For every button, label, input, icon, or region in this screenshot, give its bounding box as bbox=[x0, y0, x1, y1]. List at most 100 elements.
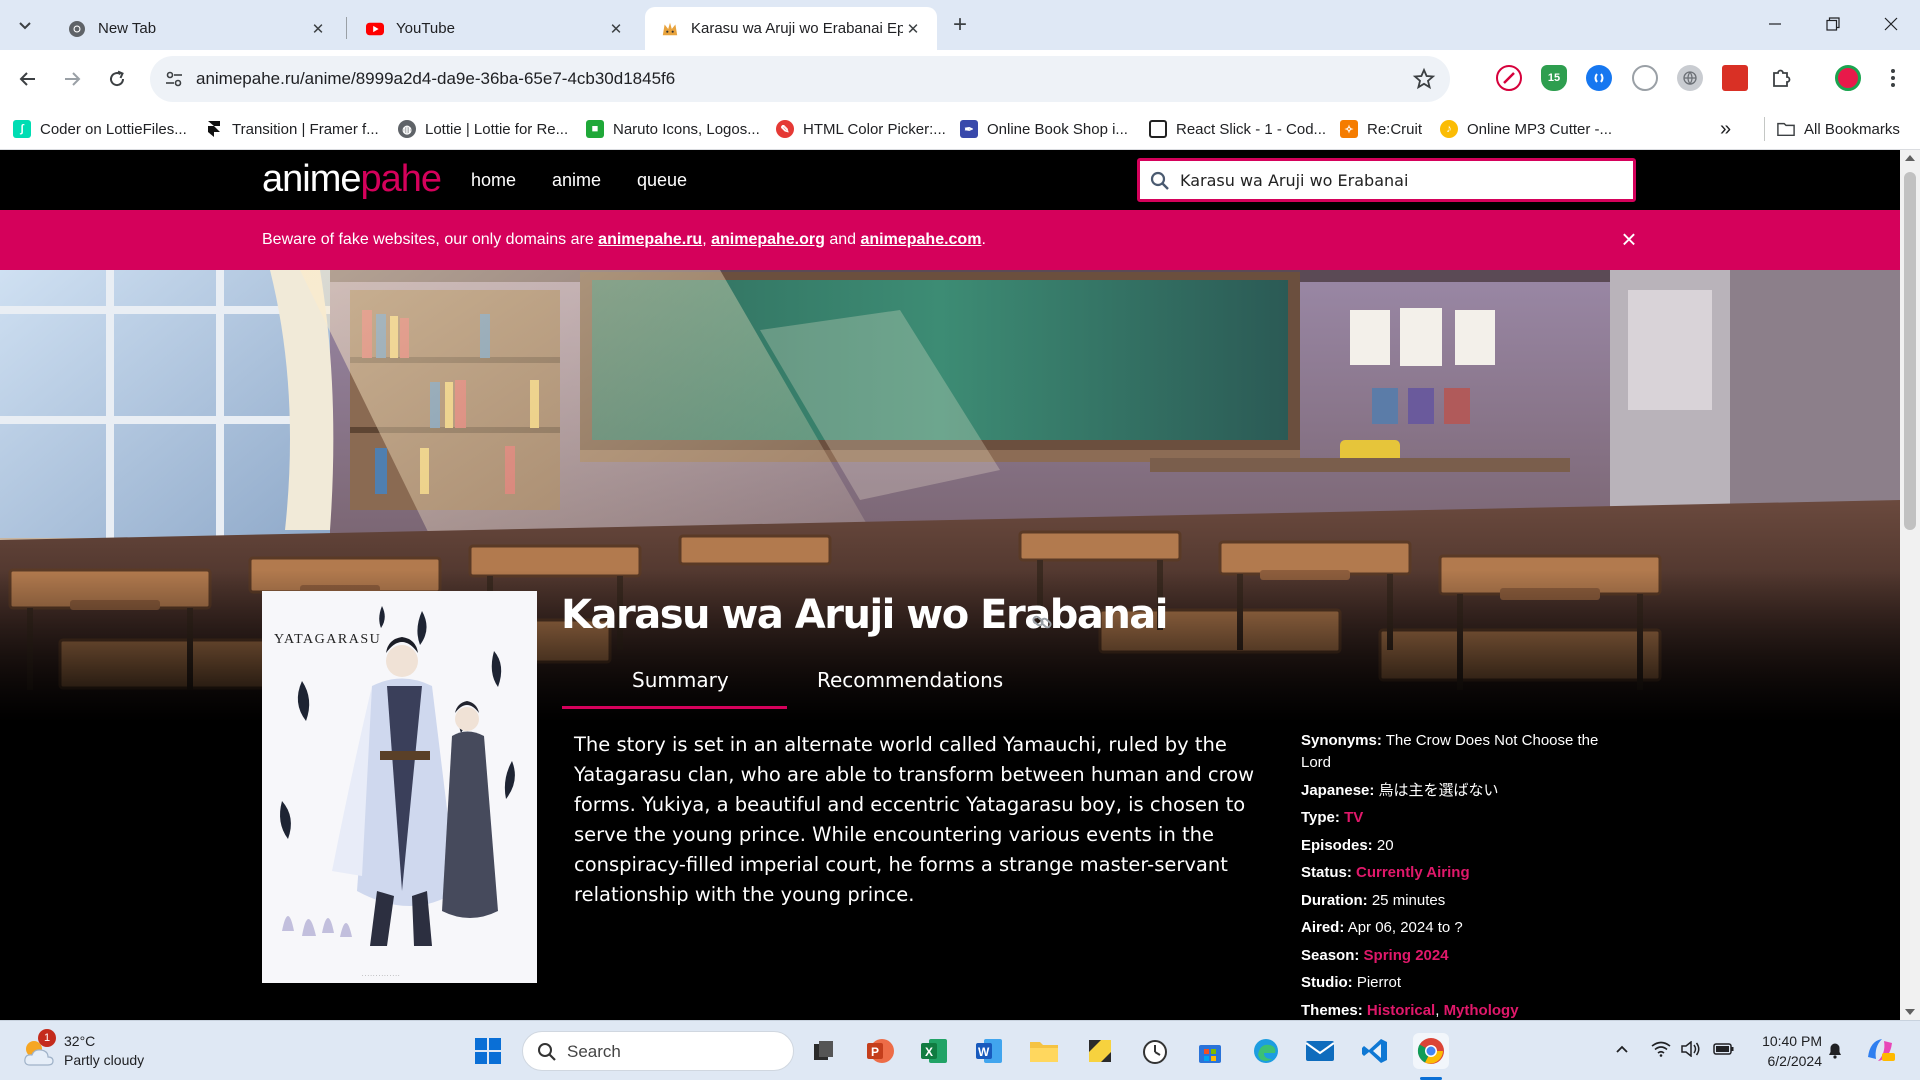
domain-link-com[interactable]: animepahe.com bbox=[861, 231, 982, 248]
site-logo[interactable]: animepahe bbox=[262, 158, 442, 201]
close-icon[interactable]: ✕ bbox=[308, 19, 328, 39]
iconscout-icon: ■ bbox=[586, 120, 604, 138]
bookmark-item[interactable]: ∫ Coder on LottieFiles... bbox=[13, 117, 187, 141]
screen: New Tab ✕ YouTube ✕ Karasu wa Aruji wo E… bbox=[0, 0, 1920, 1080]
bookmark-item[interactable]: ✒ Online Book Shop i... bbox=[960, 117, 1128, 141]
system-clock[interactable]: 10:40 PM 6/2/2024 bbox=[1748, 1031, 1822, 1071]
minimize-button[interactable] bbox=[1746, 6, 1804, 42]
profile-avatar[interactable] bbox=[1835, 65, 1861, 91]
tab-search-button[interactable] bbox=[9, 9, 41, 41]
vscode-icon[interactable] bbox=[1357, 1033, 1393, 1069]
site-search-box[interactable] bbox=[1137, 158, 1636, 202]
clock-app-icon[interactable] bbox=[1137, 1033, 1173, 1069]
web-page: animepahe home anime queue Beware of fak… bbox=[0, 150, 1900, 1020]
anime-poster: YATAGARASU . . . . . . . . . . . . . . bbox=[262, 591, 537, 983]
word-icon[interactable]: W bbox=[971, 1033, 1007, 1069]
color-picker-icon: ✎ bbox=[776, 120, 794, 138]
lottiefiles-icon: ∫ bbox=[13, 120, 31, 138]
restore-icon bbox=[1826, 17, 1840, 31]
notification-badge: 1 bbox=[38, 1029, 56, 1047]
season-link[interactable]: Spring 2024 bbox=[1364, 947, 1449, 964]
sticky-notes-icon[interactable] bbox=[1082, 1033, 1118, 1069]
nav-queue[interactable]: queue bbox=[637, 170, 687, 191]
address-bar[interactable]: animepahe.ru/anime/8999a2d4-da9e-36ba-65… bbox=[150, 56, 1450, 102]
adblock-extension-icon[interactable] bbox=[1496, 65, 1522, 91]
scrollbar-thumb[interactable] bbox=[1904, 172, 1916, 530]
bookmark-item[interactable]: React Slick - 1 - Cod... bbox=[1149, 117, 1326, 141]
wifi-icon[interactable] bbox=[1651, 1041, 1671, 1060]
theme-link-mythology[interactable]: Mythology bbox=[1444, 1002, 1519, 1019]
tab-new-tab[interactable]: New Tab ✕ bbox=[52, 7, 342, 50]
search-icon bbox=[538, 1043, 556, 1061]
scroll-up-arrow-icon[interactable] bbox=[1905, 155, 1915, 161]
all-bookmarks-button[interactable]: All Bookmarks bbox=[1777, 117, 1900, 141]
battery-icon[interactable] bbox=[1713, 1041, 1735, 1060]
bookmarks-bar: ∫ Coder on LottieFiles... Transition | Fr… bbox=[0, 108, 1920, 150]
excel-icon[interactable]: X bbox=[916, 1033, 952, 1069]
globe-extension-icon[interactable] bbox=[1677, 65, 1703, 91]
info-studio: Studio: Pierrot bbox=[1301, 974, 1402, 991]
copilot-icon[interactable] bbox=[1864, 1035, 1896, 1068]
bookmark-star-icon[interactable] bbox=[1412, 67, 1436, 91]
extensions-puzzle-icon[interactable] bbox=[1768, 65, 1794, 91]
taskbar-search-box[interactable]: Search bbox=[522, 1031, 794, 1071]
edge-icon[interactable] bbox=[1248, 1033, 1284, 1069]
volume-icon[interactable] bbox=[1681, 1040, 1701, 1060]
theme-link-historical[interactable]: Historical bbox=[1367, 1002, 1435, 1019]
scroll-down-arrow-icon[interactable] bbox=[1905, 1009, 1915, 1015]
reload-icon bbox=[110, 70, 125, 87]
book-shop-icon: ✒ bbox=[960, 120, 978, 138]
type-link[interactable]: TV bbox=[1344, 809, 1363, 826]
chrome-taskbar-icon[interactable] bbox=[1413, 1033, 1449, 1069]
nav-anime[interactable]: anime bbox=[552, 170, 601, 191]
arrow-right-icon bbox=[65, 72, 81, 86]
chrome-icon bbox=[68, 20, 86, 38]
bookmark-item[interactable]: Transition | Framer f... bbox=[205, 117, 379, 141]
banner-close-button[interactable]: × bbox=[1614, 224, 1644, 254]
reload-button[interactable] bbox=[101, 63, 133, 95]
nav-home[interactable]: home bbox=[471, 170, 516, 191]
close-window-button[interactable] bbox=[1862, 6, 1920, 42]
weather-widget[interactable]: 1 32°C Partly cloudy bbox=[20, 1029, 180, 1073]
task-view-icon[interactable] bbox=[806, 1033, 842, 1069]
more-bookmarks-button[interactable]: » bbox=[1720, 117, 1731, 141]
pdf-extension-icon[interactable] bbox=[1722, 65, 1748, 91]
microsoft-store-icon[interactable] bbox=[1192, 1033, 1228, 1069]
tab-youtube[interactable]: YouTube ✕ bbox=[350, 7, 640, 50]
compass-extension-icon[interactable] bbox=[1632, 65, 1658, 91]
show-hidden-icons-button[interactable] bbox=[1614, 1041, 1630, 1060]
file-explorer-icon[interactable] bbox=[1026, 1033, 1062, 1069]
start-button[interactable] bbox=[470, 1033, 506, 1069]
svg-text:. . . . . . . . . . . . . .: . . . . . . . . . . . . . . bbox=[362, 972, 400, 978]
powerpoint-icon[interactable]: P bbox=[862, 1033, 898, 1069]
site-search-input[interactable] bbox=[1180, 167, 1620, 193]
restore-button[interactable] bbox=[1804, 6, 1862, 42]
close-icon[interactable]: ✕ bbox=[606, 19, 626, 39]
ublock-extension-icon[interactable]: 15 bbox=[1541, 65, 1567, 91]
tab-summary[interactable]: Summary bbox=[632, 668, 729, 692]
mail-icon[interactable] bbox=[1302, 1033, 1338, 1069]
site-info-icon[interactable] bbox=[164, 69, 184, 89]
domain-link-ru[interactable]: animepahe.ru bbox=[598, 231, 702, 248]
chevron-up-icon bbox=[1616, 1045, 1628, 1053]
domain-link-org[interactable]: animepahe.org bbox=[711, 231, 825, 248]
tab-animepahe[interactable]: Karasu wa Aruji wo Erabanai Ep ✕ bbox=[645, 7, 937, 50]
back-button[interactable] bbox=[12, 63, 44, 95]
close-icon[interactable]: ✕ bbox=[903, 19, 923, 39]
page-scrollbar[interactable] bbox=[1900, 150, 1920, 1020]
bookmark-item[interactable]: ✎ HTML Color Picker:... bbox=[776, 117, 946, 141]
bookmark-item[interactable]: ♪ Online MP3 Cutter -... bbox=[1440, 117, 1612, 141]
status-link[interactable]: Currently Airing bbox=[1356, 864, 1470, 881]
browser-menu-button[interactable] bbox=[1880, 65, 1906, 91]
windows-taskbar: 1 32°C Partly cloudy Search P X W 10:40 … bbox=[0, 1020, 1920, 1080]
bookmark-item[interactable]: ✧ Re:Cruit bbox=[1340, 117, 1422, 141]
notifications-bell-icon[interactable] bbox=[1826, 1041, 1844, 1062]
bookmark-item[interactable]: ■ Naruto Icons, Logos... bbox=[586, 117, 760, 141]
tab-recommendations[interactable]: Recommendations bbox=[817, 668, 1003, 692]
forward-button[interactable] bbox=[56, 63, 88, 95]
link-icon[interactable] bbox=[1030, 610, 1054, 634]
new-tab-button[interactable]: + bbox=[946, 11, 974, 39]
shazam-extension-icon[interactable] bbox=[1586, 65, 1612, 91]
bookmark-item[interactable]: ◍ Lottie | Lottie for Re... bbox=[398, 117, 568, 141]
active-tab-indicator bbox=[562, 706, 787, 709]
